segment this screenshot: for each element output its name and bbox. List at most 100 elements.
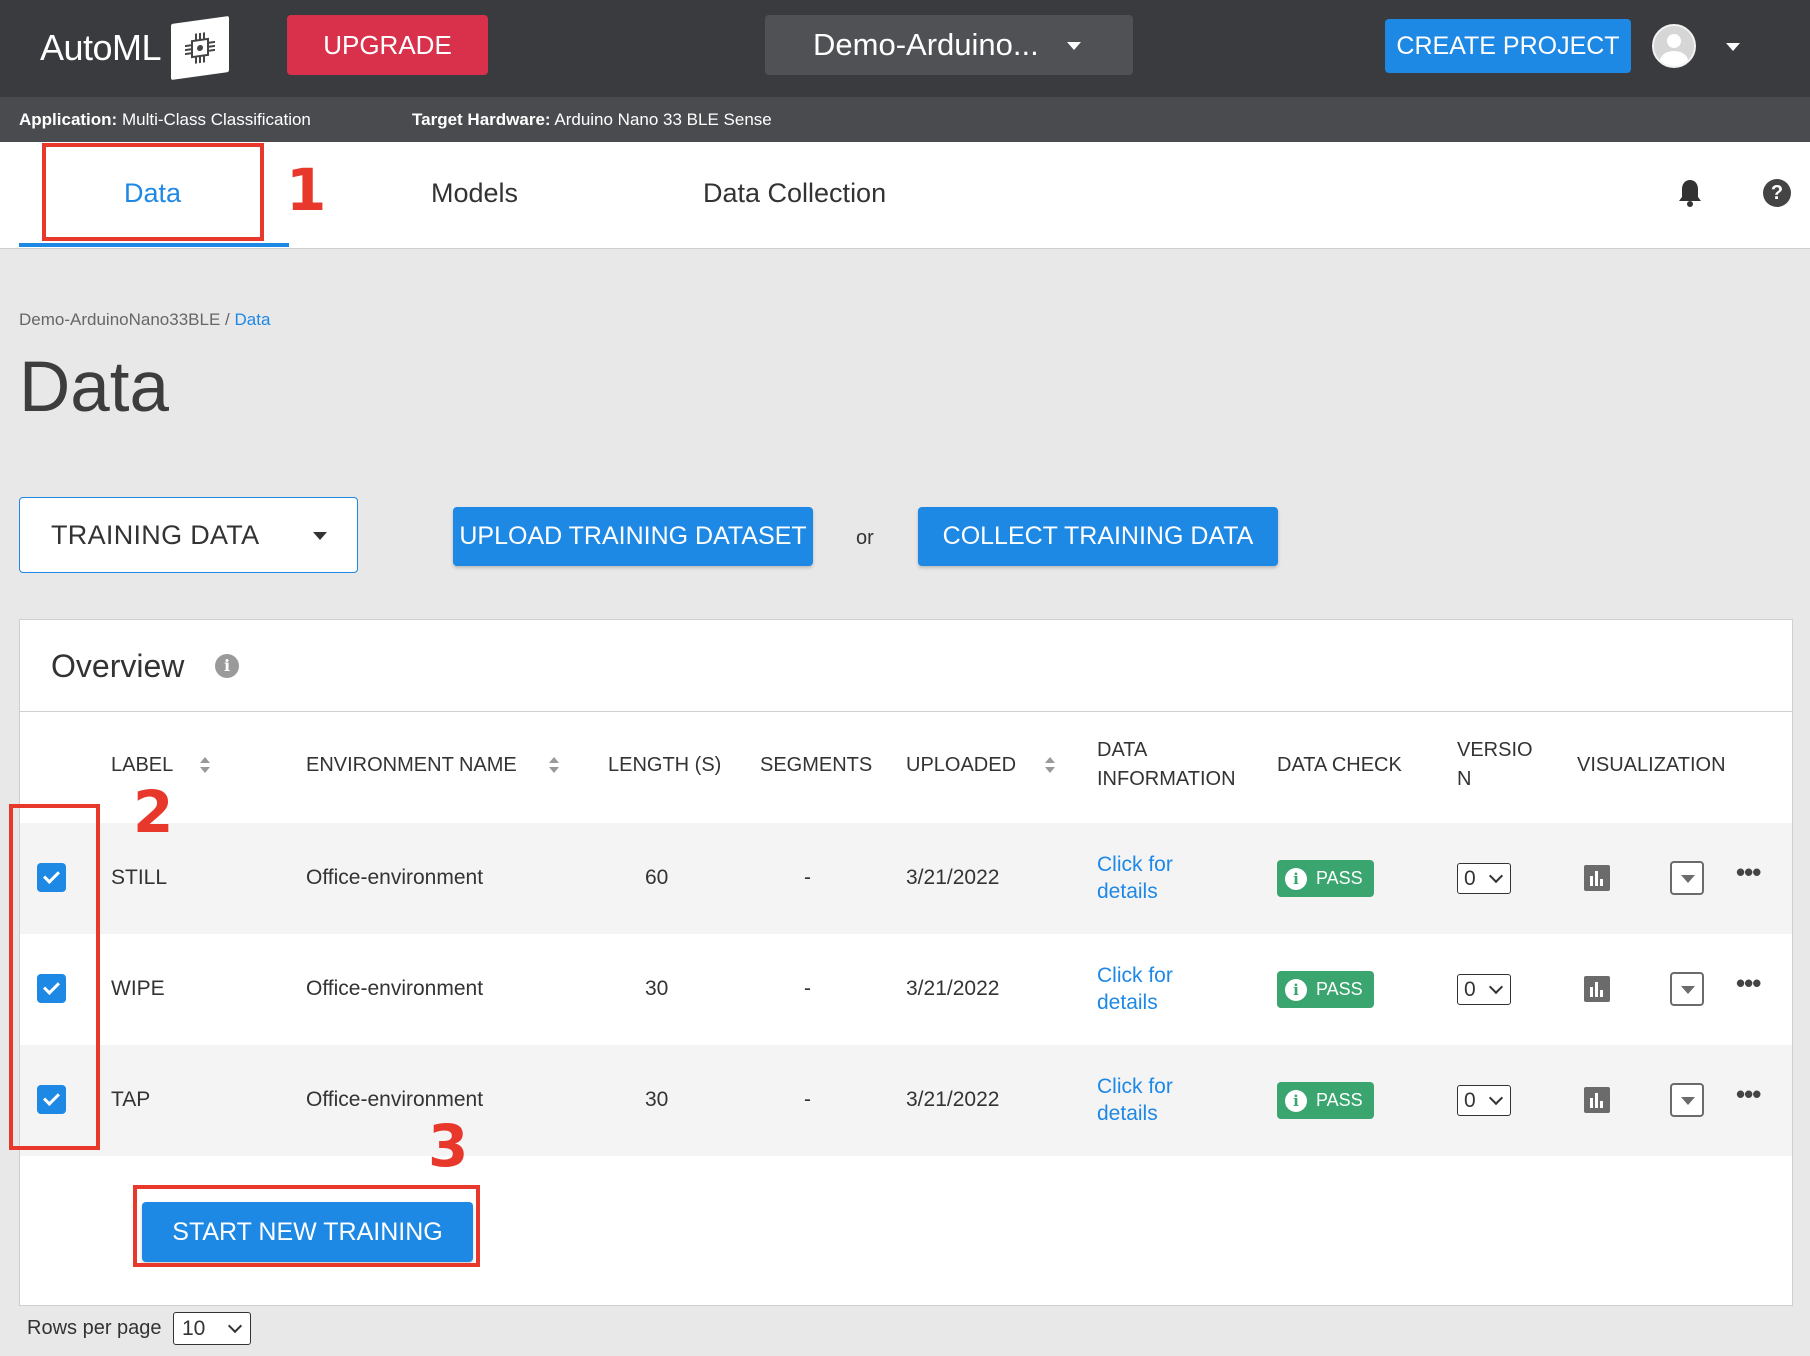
more-icon[interactable]: ••• bbox=[1736, 1079, 1761, 1110]
row-uploaded: 3/21/2022 bbox=[906, 1088, 1000, 1111]
version-value: 0 bbox=[1464, 867, 1476, 890]
rows-per-page-value: 10 bbox=[182, 1317, 206, 1340]
column-header-data-information-line1: DATA bbox=[1097, 739, 1148, 761]
version-value: 0 bbox=[1464, 1089, 1476, 1112]
data-details-link-line2: details bbox=[1097, 991, 1158, 1014]
row-environment: Office-environment bbox=[306, 1088, 484, 1111]
row-label: STILL bbox=[111, 866, 168, 889]
data-details-link[interactable]: Click for details bbox=[1097, 1073, 1173, 1127]
upload-training-dataset-button[interactable]: UPLOAD TRAINING DATASET bbox=[453, 507, 813, 566]
annotation-box-3 bbox=[133, 1185, 480, 1267]
column-header-uploaded[interactable]: UPLOADED bbox=[906, 751, 1016, 780]
column-header-environment[interactable]: ENVIRONMENT NAME bbox=[306, 751, 517, 780]
data-check-text: PASS bbox=[1316, 868, 1363, 888]
column-header-visualization: VISUALIZATION bbox=[1577, 754, 1726, 776]
collect-training-data-button[interactable]: COLLECT TRAINING DATA bbox=[918, 507, 1278, 566]
version-select[interactable]: 0 bbox=[1457, 974, 1511, 1005]
download-icon[interactable] bbox=[1670, 1083, 1704, 1117]
download-icon[interactable] bbox=[1670, 861, 1704, 895]
more-icon[interactable]: ••• bbox=[1736, 968, 1761, 999]
hardware-label: Target Hardware: bbox=[412, 110, 551, 129]
annotation-number-3: 3 bbox=[428, 1112, 469, 1180]
sort-icon[interactable] bbox=[200, 757, 210, 773]
breadcrumb: Demo-ArduinoNano33BLE / Data bbox=[19, 310, 270, 330]
rows-per-page-label: Rows per page bbox=[27, 1317, 162, 1339]
avatar-icon[interactable] bbox=[1652, 24, 1696, 68]
row-segments: - bbox=[804, 977, 811, 1000]
chevron-down-icon bbox=[1488, 1090, 1504, 1106]
row-uploaded: 3/21/2022 bbox=[906, 866, 1000, 889]
data-details-link-line1: Click for bbox=[1097, 853, 1173, 876]
chart-icon[interactable] bbox=[1584, 865, 1610, 891]
data-check-text: PASS bbox=[1316, 1090, 1363, 1110]
version-value: 0 bbox=[1464, 978, 1476, 1001]
help-icon[interactable]: ? bbox=[1763, 179, 1791, 207]
row-length: 30 bbox=[645, 977, 669, 1000]
info-icon: i bbox=[1285, 978, 1307, 1001]
data-details-link-line1: Click for bbox=[1097, 1075, 1173, 1098]
breadcrumb-parent[interactable]: Demo-ArduinoNano33BLE bbox=[19, 310, 220, 329]
sort-icon[interactable] bbox=[1045, 757, 1055, 773]
row-segments: - bbox=[804, 1088, 811, 1111]
tab-models[interactable]: Models bbox=[431, 178, 518, 209]
chart-icon[interactable] bbox=[1584, 1087, 1610, 1113]
tab-data-collection[interactable]: Data Collection bbox=[703, 178, 886, 209]
data-details-link[interactable]: Click for details bbox=[1097, 962, 1173, 1016]
column-header-segments: SEGMENTS bbox=[760, 754, 873, 776]
dataset-type-value: TRAINING DATA bbox=[51, 520, 260, 550]
annotation-box-2 bbox=[9, 804, 100, 1150]
download-icon[interactable] bbox=[1670, 972, 1704, 1006]
row-length: 30 bbox=[645, 1088, 669, 1111]
chevron-down-icon bbox=[1488, 868, 1504, 884]
project-select[interactable]: Demo-Arduino... bbox=[765, 15, 1133, 75]
data-details-link[interactable]: Click for details bbox=[1097, 851, 1173, 905]
data-details-link-line2: details bbox=[1097, 1102, 1158, 1125]
data-check-badge[interactable]: i PASS bbox=[1277, 1082, 1374, 1119]
overview-title: Overview bbox=[51, 648, 185, 684]
upgrade-button[interactable]: UPGRADE bbox=[287, 15, 488, 75]
chevron-down-icon bbox=[1488, 979, 1504, 995]
table-row: WIPE Office-environment 30 - 3/21/2022 C… bbox=[20, 934, 1792, 1045]
top-bar: AutoML UPGRADE Demo-Arduino... CREATE PR… bbox=[0, 0, 1810, 97]
more-icon[interactable]: ••• bbox=[1736, 857, 1761, 888]
row-label: WIPE bbox=[111, 977, 165, 1000]
rows-per-page-select[interactable]: 10 bbox=[173, 1312, 251, 1345]
row-segments: - bbox=[804, 866, 811, 889]
table-row: TAP Office-environment 30 - 3/21/2022 Cl… bbox=[20, 1045, 1792, 1156]
data-check-badge[interactable]: i PASS bbox=[1277, 971, 1374, 1008]
user-menu-caret-icon[interactable] bbox=[1726, 43, 1740, 51]
main-tabs: Data Models Data Collection ? bbox=[0, 142, 1810, 249]
annotation-number-1: 1 bbox=[286, 156, 327, 224]
data-details-link-line1: Click for bbox=[1097, 964, 1173, 987]
logo-text: AutoML bbox=[40, 27, 162, 68]
dataset-type-select[interactable]: TRAINING DATA bbox=[19, 497, 358, 573]
application-info: Application: Multi-Class Classification bbox=[19, 110, 311, 130]
column-header-length: LENGTH (S) bbox=[608, 754, 722, 776]
breadcrumb-current: Data bbox=[234, 310, 271, 329]
row-environment: Office-environment bbox=[306, 866, 484, 889]
project-info-bar: Application: Multi-Class Classification … bbox=[0, 97, 1810, 142]
hardware-value: Arduino Nano 33 BLE Sense bbox=[554, 110, 772, 129]
version-select[interactable]: 0 bbox=[1457, 1085, 1511, 1116]
info-icon[interactable]: i bbox=[215, 654, 239, 678]
version-select[interactable]: 0 bbox=[1457, 863, 1511, 894]
card-divider bbox=[20, 711, 1792, 712]
hardware-info: Target Hardware: Arduino Nano 33 BLE Sen… bbox=[412, 110, 772, 130]
column-header-label[interactable]: LABEL bbox=[111, 751, 173, 780]
page-title: Data bbox=[19, 348, 169, 427]
active-tab-indicator bbox=[19, 243, 289, 247]
breadcrumb-separator: / bbox=[225, 310, 230, 329]
data-details-link-line2: details bbox=[1097, 880, 1158, 903]
annotation-box-1 bbox=[42, 143, 264, 241]
bell-icon[interactable] bbox=[1677, 178, 1703, 208]
column-header-data-information-line2: INFORMATION bbox=[1097, 768, 1236, 790]
column-header-version-line2: N bbox=[1457, 768, 1472, 790]
column-header-data-check: DATA CHECK bbox=[1277, 754, 1402, 776]
sort-icon[interactable] bbox=[549, 757, 559, 773]
data-check-badge[interactable]: i PASS bbox=[1277, 860, 1374, 897]
create-project-button[interactable]: CREATE PROJECT bbox=[1385, 19, 1631, 73]
chip-logo-icon bbox=[171, 15, 230, 81]
chart-icon[interactable] bbox=[1584, 976, 1610, 1002]
table-row: STILL Office-environment 60 - 3/21/2022 … bbox=[20, 823, 1792, 934]
automl-logo[interactable]: AutoML bbox=[40, 15, 230, 81]
